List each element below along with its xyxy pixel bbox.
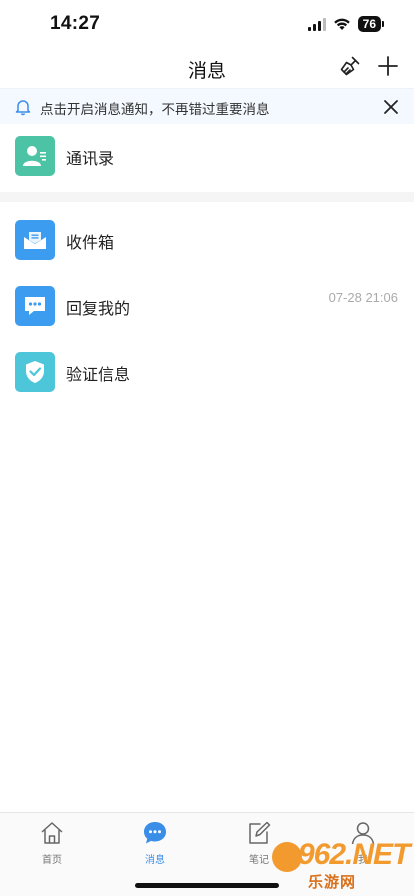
add-icon[interactable] [376,54,400,78]
broom-clear-icon[interactable] [338,54,362,78]
message-row-replies[interactable]: 回复我的 07-28 21:06 [0,274,414,338]
battery-icon: 76 [357,16,384,32]
contacts-label: 通讯录 [66,151,115,168]
message-row-label: 回复我的 [66,301,131,318]
contacts-card-icon [15,136,55,176]
home-indicator [135,883,279,888]
home-icon [41,822,63,844]
inbox-envelope-icon [15,220,55,260]
tab-label: 消息 [145,855,165,866]
nav-bar: 消息 [0,48,414,88]
shield-check-icon [15,352,55,392]
contacts-row[interactable]: 通讯录 [0,124,414,188]
message-row-label: 验证信息 [66,367,131,384]
note-edit-icon [249,821,271,844]
bell-icon [15,100,31,116]
close-icon[interactable] [382,98,400,116]
status-bar: 14:27 76 [0,0,414,48]
chat-bubble-icon [144,822,166,844]
section-divider [0,192,414,202]
notification-prompt-text: 点击开启消息通知，不再错过重要消息 [40,102,270,117]
message-row-time: 07-28 21:06 [328,290,398,305]
site-watermark: 962.NET 乐游网 [272,838,410,892]
status-icons: 76 [307,16,384,32]
tab-label: 首页 [42,855,62,866]
notification-prompt-bar[interactable]: 点击开启消息通知，不再错过重要消息 [0,88,414,124]
battery-level: 76 [357,16,381,32]
status-time: 14:27 [50,13,101,34]
tab-messages[interactable]: 消息 [125,819,185,869]
message-row-inbox[interactable]: 收件箱 [0,208,414,272]
message-row-verification[interactable]: 验证信息 [0,340,414,404]
tab-home[interactable]: 首页 [22,819,82,869]
cellular-signal-icon [307,17,326,31]
message-row-label: 收件箱 [66,235,115,252]
watermark-subtext: 乐游网 [308,874,357,891]
wifi-icon [333,18,350,30]
reply-bubble-icon [15,286,55,326]
tab-label: 笔记 [249,855,269,866]
watermark-text: 962.NET [298,838,410,871]
